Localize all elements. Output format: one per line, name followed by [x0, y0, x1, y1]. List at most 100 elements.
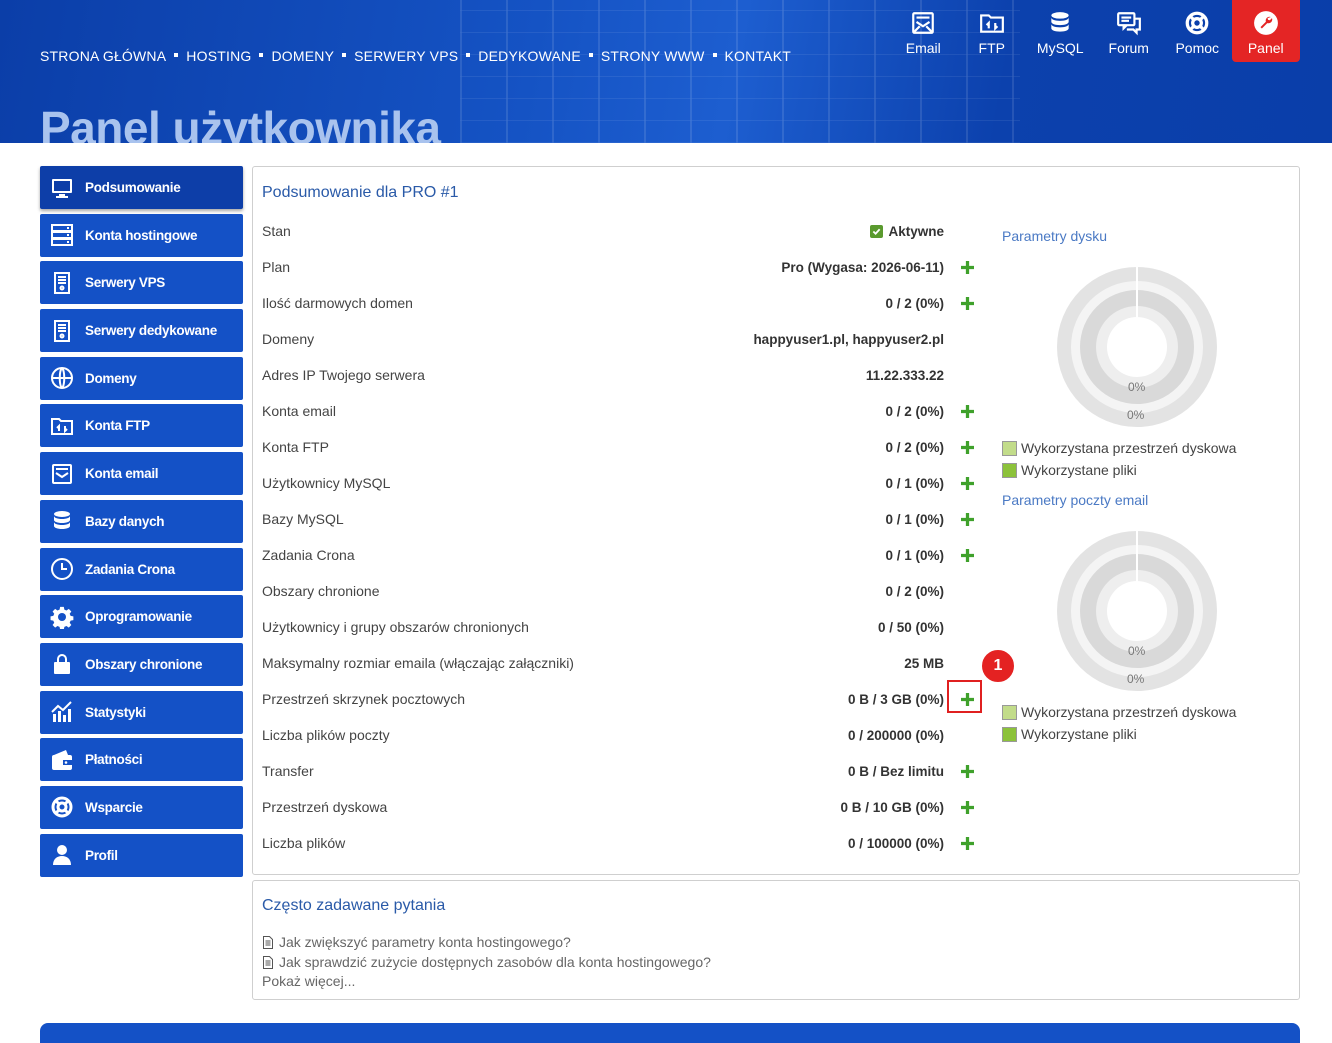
summary-row-value: 0 / 50 (0%) [877, 619, 944, 635]
summary-row-value: 25 MB [904, 655, 944, 671]
quick-panel-button[interactable]: Panel [1231, 0, 1300, 62]
upgrade-plus-button[interactable] [960, 476, 974, 490]
plus-icon [960, 548, 974, 562]
mail-outer-percent: 0% [1127, 672, 1145, 686]
ftp-folder-icon [51, 417, 73, 435]
nav-home[interactable]: STRONA GŁÓWNA [40, 48, 166, 64]
nav-dedicated[interactable]: DEDYKOWANE [478, 48, 581, 64]
sidebar-item-ftp-accounts[interactable]: Konta FTP [40, 404, 243, 448]
summary-row-label: Maksymalny rozmiar emaila (włączając zał… [262, 655, 574, 671]
mailbox-space-plus-highlight [947, 680, 982, 713]
nav-websites[interactable]: STRONY WWW [601, 48, 705, 64]
sidebar-item-software[interactable]: Oprogramowanie [40, 595, 243, 639]
summary-row: Liczba plików 0 / 100000 (0%) [262, 825, 974, 861]
legend-item: Wykorzystana przestrzeń dyskowa [1002, 437, 1236, 459]
quick-help-button[interactable]: Pomoc [1163, 0, 1232, 62]
nav-contact[interactable]: KONTAKT [725, 48, 791, 64]
upgrade-plus-button[interactable] [960, 512, 974, 526]
upgrade-plus-button[interactable] [960, 800, 974, 814]
nav-hosting[interactable]: HOSTING [186, 48, 251, 64]
sidebar-item-databases[interactable]: Bazy danych [40, 499, 243, 543]
sidebar-item-domains[interactable]: Domeny [40, 356, 243, 400]
nav-vps[interactable]: SERWERY VPS [354, 48, 458, 64]
summary-row: Liczba plików poczty 0 / 200000 (0%) [262, 717, 974, 753]
faq-panel: Często zadawane pytania Jak zwiększyć pa… [252, 880, 1300, 1000]
upgrade-plus-button[interactable] [960, 404, 974, 418]
summary-row-value: 0 B / 10 GB (0%) [840, 799, 944, 815]
summary-row-label: Użytkownicy i grupy obszarów chronionych [262, 619, 529, 635]
quick-ftp-button[interactable]: FTP [958, 0, 1027, 62]
summary-panel: Podsumowanie dla PRO #1 Stan Aktywne Plan P… [252, 166, 1300, 875]
lifebuoy-icon [51, 796, 73, 818]
quick-access-icons: Email FTP MySQL Forum Pomoc Panel [889, 0, 1300, 62]
faq-link[interactable]: Jak sprawdzić zużycie dostępnych zasobów… [262, 953, 711, 973]
nav-domains[interactable]: DOMENY [271, 48, 334, 64]
summary-row: Maksymalny rozmiar emaila (włączając zał… [262, 645, 974, 681]
sidebar-item-payments[interactable]: Płatności [40, 738, 243, 782]
quick-forum-button[interactable]: Forum [1095, 0, 1164, 62]
document-icon [263, 955, 273, 969]
email-icon [52, 463, 72, 484]
summary-row-value: Aktywne [870, 224, 944, 239]
upgrade-plus-button[interactable] [960, 440, 974, 454]
summary-row-value: 0 / 100000 (0%) [847, 835, 944, 851]
plus-icon [960, 404, 974, 418]
sidebar-item-dedicated[interactable]: Serwery dedykowane [40, 309, 243, 353]
sidebar-item-protected-areas[interactable]: Obszary chronione [40, 642, 243, 686]
summary-row-value: 0 / 2 (0%) [885, 295, 944, 311]
summary-row-label: Użytkownicy MySQL [262, 475, 391, 491]
summary-row: Przestrzeń dyskowa 0 B / 10 GB (0%) [262, 789, 974, 825]
sidebar-item-profile[interactable]: Profil [40, 833, 243, 877]
page-footer [40, 1023, 1300, 1043]
sidebar-item-statistics[interactable]: Statystyki [40, 690, 243, 734]
quick-mysql-button[interactable]: MySQL [1026, 0, 1095, 62]
page-title: Panel użytkownika [40, 102, 441, 143]
faq-link[interactable]: Jak zwiększyć parametry konta hostingowe… [262, 933, 711, 953]
upgrade-plus-button[interactable] [960, 260, 974, 274]
quick-email-button[interactable]: Email [889, 0, 958, 62]
sidebar-item-support[interactable]: Wsparcie [40, 785, 243, 829]
lock-icon [54, 654, 70, 675]
wrench-icon [1253, 11, 1278, 35]
faq-links: Jak zwiększyć parametry konta hostingowe… [262, 933, 711, 992]
legend-swatch-dark [1002, 726, 1017, 742]
summary-row: Konta email 0 / 2 (0%) [262, 393, 974, 429]
summary-row: Plan Pro (Wygasa: 2026-06-11) [262, 249, 974, 285]
summary-row-value: 0 / 1 (0%) [885, 475, 944, 491]
email-icon [912, 12, 935, 34]
server-rack-icon [51, 224, 73, 247]
summary-row-label: Zadania Crona [262, 547, 355, 563]
wallet-icon [52, 749, 72, 770]
plus-icon [960, 764, 974, 778]
site-header: STRONA GŁÓWNA HOSTING DOMENY SERWERY VPS… [0, 0, 1332, 143]
faq-show-more-link[interactable]: Pokaż więcej... [262, 972, 711, 992]
summary-row-value: Pro (Wygasa: 2026-06-11) [781, 259, 944, 275]
sidebar-item-email-accounts[interactable]: Konta email [40, 452, 243, 496]
document-icon [263, 936, 273, 950]
upgrade-plus-button[interactable] [960, 548, 974, 562]
mail-inner-percent: 0% [1128, 644, 1146, 658]
ftp-folder-icon [979, 14, 1004, 33]
chart-icon [51, 701, 72, 723]
summary-row-value: 0 B / 3 GB (0%) [847, 691, 944, 707]
summary-row: Adres IP Twojego serwera 11.22.333.22 [262, 357, 974, 393]
callout-badge: 1 [980, 648, 1016, 684]
summary-row: Konta FTP 0 / 2 (0%) [262, 429, 974, 465]
www-globe-icon [51, 367, 73, 390]
legend-swatch-dark [1002, 462, 1017, 478]
sidebar-item-cron-jobs[interactable]: Zadania Crona [40, 547, 243, 591]
summary-row-value: 0 / 2 (0%) [885, 403, 944, 419]
summary-row-value: 0 / 2 (0%) [885, 439, 944, 455]
sidebar-item-vps[interactable]: Serwery VPS [40, 261, 243, 305]
sidebar-item-summary[interactable]: Podsumowanie [40, 166, 243, 209]
upgrade-plus-button[interactable] [960, 296, 974, 310]
clock-icon [51, 558, 73, 580]
upgrade-plus-button[interactable] [960, 764, 974, 778]
sidebar-item-hosting-accounts[interactable]: Konta hostingowe [40, 213, 243, 257]
summary-row-value: 0 B / Bez limitu [847, 763, 944, 779]
upgrade-plus-button[interactable] [960, 836, 974, 850]
summary-row: Domeny happyuser1.pl, happyuser2.pl [262, 321, 974, 357]
mail-legend: Wykorzystana przestrzeń dyskowa Wykorzys… [1002, 701, 1236, 745]
plus-icon [960, 476, 974, 490]
legend-item: Wykorzystana przestrzeń dyskowa [1002, 701, 1236, 723]
